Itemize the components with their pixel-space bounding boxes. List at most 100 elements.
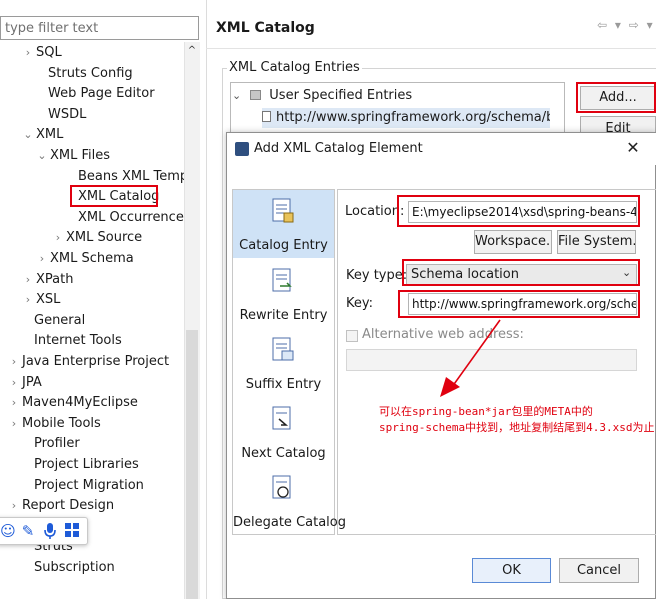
tree-scrollbar-thumb[interactable] <box>186 330 198 599</box>
tree-item[interactable]: ⌄ XML <box>23 125 63 145</box>
tree-item-label: XML Files <box>50 148 111 163</box>
type-delegate-catalog[interactable]: Delegate Catalog <box>233 467 346 535</box>
tree-item[interactable]: Profiler <box>34 434 80 454</box>
tree-item-label: Project Libraries <box>34 457 139 472</box>
chevron-right-icon[interactable]: › <box>8 414 20 434</box>
tree-item-label: XML Source <box>66 230 143 245</box>
ok-button[interactable]: OK <box>472 558 551 583</box>
key-type-label: Key type: <box>346 268 408 283</box>
chevron-right-icon[interactable]: › <box>8 373 20 393</box>
cancel-button[interactable]: Cancel <box>559 558 639 583</box>
annotation-note-line-2: spring-schema中找到，地址复制结尾到4.3.xsd为止 <box>379 421 655 434</box>
type-rewrite-entry[interactable]: Rewrite Entry <box>233 260 334 328</box>
tree-item[interactable]: › Maven4MyEclipse <box>12 393 138 413</box>
microphone-icon[interactable] <box>41 522 59 540</box>
page-title: XML Catalog <box>216 20 315 36</box>
dialog-title: Add XML Catalog Element <box>254 141 423 156</box>
annotation-box-xml-catalog <box>70 185 158 207</box>
tree-item[interactable]: Subscription <box>34 558 115 578</box>
catalog-entry-row[interactable]: http://www.springframework.org/schema/be… <box>262 108 550 128</box>
tree-item-label: Struts Config <box>48 66 133 81</box>
delegate-catalog-icon <box>272 475 291 499</box>
type-label: Next Catalog <box>241 446 326 461</box>
type-label: Suffix Entry <box>245 377 322 392</box>
tree-item[interactable]: Web Page Editor <box>48 84 155 104</box>
chevron-right-icon[interactable]: › <box>36 249 48 269</box>
tree-item[interactable]: › Mobile Tools <box>12 414 101 434</box>
tree-item[interactable]: Project Libraries <box>34 455 139 475</box>
type-suffix-entry[interactable]: Suffix Entry <box>233 329 334 397</box>
key-label: Key: <box>346 296 374 311</box>
tree-item[interactable]: › JPA <box>12 373 42 393</box>
chevron-down-icon[interactable]: ⌄ <box>36 146 48 166</box>
tree-item[interactable]: Project Migration <box>34 476 144 496</box>
location-label: Location: <box>345 204 405 219</box>
annotation-note-line-1: 可以在spring-bean*jar包里的META中的 <box>379 405 593 418</box>
file-system-button[interactable]: File System... <box>557 230 636 254</box>
grid-icon[interactable] <box>63 522 81 540</box>
chevron-down-icon[interactable]: ⌄ <box>232 86 246 106</box>
tree-item-label: Project Migration <box>34 478 144 493</box>
tree-item-label: Profiler <box>34 436 80 451</box>
tree-item-label: Beans XML Templa <box>78 169 200 184</box>
tree-item[interactable]: › Java Enterprise Project <box>12 352 170 372</box>
type-catalog-entry[interactable]: Catalog Entry <box>233 190 334 258</box>
user-specified-entries-node[interactable]: ⌄ User Specified Entries <box>232 86 412 106</box>
tree-item[interactable]: WSDL <box>48 105 86 125</box>
history-nav-icons[interactable]: ⇦ ▾ ⇨ ▾ <box>597 18 655 32</box>
annotation-box-key-type <box>402 259 640 286</box>
catalog-entry-icon <box>272 198 294 223</box>
tree-item[interactable]: Internet Tools <box>34 331 122 351</box>
chevron-down-icon[interactable]: ⌄ <box>22 125 34 145</box>
tree-item[interactable]: › XSL <box>26 290 61 310</box>
chevron-right-icon[interactable]: › <box>22 270 34 290</box>
close-icon[interactable]: ✕ <box>625 138 641 158</box>
chevron-right-icon[interactable]: › <box>22 290 34 310</box>
tree-item[interactable]: General <box>34 311 85 331</box>
emoji-icon[interactable]: ☺ <box>0 522 17 540</box>
tree-item-label: Internet Tools <box>34 333 122 348</box>
next-catalog-icon <box>272 406 291 430</box>
chevron-right-icon[interactable]: › <box>8 352 20 372</box>
tree-item-label: XML Schema <box>50 251 134 266</box>
tree-item[interactable]: Beans XML Templa <box>78 167 200 187</box>
chevron-right-icon[interactable]: › <box>8 496 20 516</box>
alternative-address-checkbox[interactable] <box>346 330 358 342</box>
tree-item[interactable]: Struts Config <box>48 64 133 84</box>
tree-item[interactable]: XML Occurrences <box>78 208 191 228</box>
tree-item[interactable]: ⌄ XML Files <box>37 146 111 166</box>
chevron-right-icon[interactable]: › <box>22 43 34 63</box>
tree-item-label: Maven4MyEclipse <box>22 395 138 410</box>
annotation-arrow <box>440 319 501 397</box>
chevron-right-icon[interactable]: › <box>8 393 20 413</box>
rewrite-entry-icon <box>272 268 292 292</box>
tree-item-label: Web Page Editor <box>48 86 155 101</box>
annotation-note: 可以在spring-bean*jar包里的META中的 spring-schem… <box>379 404 656 436</box>
chevron-right-icon[interactable]: › <box>52 228 64 248</box>
scroll-up-icon[interactable]: ^ <box>184 44 200 58</box>
file-icon <box>262 111 271 122</box>
tree-item[interactable]: › XPath <box>26 270 74 290</box>
tree-item[interactable]: › XML Schema <box>40 249 134 269</box>
tree-item[interactable]: › Report Design <box>12 496 114 516</box>
tree-item-label: Mobile Tools <box>22 416 101 431</box>
catalog-entry-uri: http://www.springframework.org/schema/be… <box>276 110 550 125</box>
type-label: Catalog Entry <box>239 238 328 253</box>
tree-item-label: XSL <box>36 292 61 307</box>
suffix-entry-icon <box>272 337 294 361</box>
pen-icon[interactable]: ✎ <box>19 522 37 540</box>
tree-item-label: XML Occurrences <box>78 210 191 225</box>
type-label: Delegate Catalog <box>233 515 346 530</box>
tree-item-label: Subscription <box>34 560 115 575</box>
workspace-button[interactable]: Workspace... <box>474 230 552 254</box>
type-next-catalog[interactable]: Next Catalog <box>233 398 334 466</box>
tree-item[interactable]: › XML Source <box>56 228 143 248</box>
tree-item-label: General <box>34 313 86 328</box>
tree-item-label: JPA <box>22 375 42 390</box>
tree-item[interactable]: › SQL <box>26 43 62 63</box>
filter-input[interactable] <box>0 16 199 40</box>
catalog-entries-label: XML Catalog Entries <box>227 60 362 75</box>
annotation-box-key <box>398 290 640 318</box>
user-specified-entries-label: User Specified Entries <box>269 88 413 103</box>
tree-item-label: Java Enterprise Project <box>22 354 170 369</box>
